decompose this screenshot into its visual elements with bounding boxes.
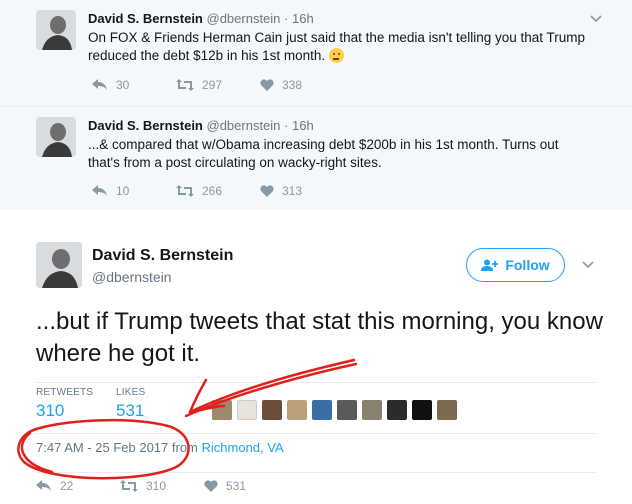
reply-count: 10 (116, 184, 130, 198)
reply-icon (92, 185, 107, 196)
tweet-header: David S. Bernstein @dbernstein · 16h (88, 11, 314, 26)
avatar[interactable] (36, 242, 82, 288)
retweet-icon (176, 79, 194, 91)
liker-avatar[interactable] (412, 400, 432, 420)
liker-avatar[interactable] (312, 400, 332, 420)
tweet-actions: 30 297 338 (92, 78, 344, 92)
tweet-time[interactable]: 16h (292, 11, 314, 26)
reply-count: 22 (60, 479, 74, 493)
like-button[interactable]: 531 (204, 479, 288, 493)
tweet-actions: 22 310 531 (36, 472, 596, 493)
thread-tweet-1[interactable]: David S. Bernstein @dbernstein · 16h On … (0, 0, 632, 106)
retweets-stat[interactable]: RETWEETS 310 (36, 387, 93, 421)
author-handle[interactable]: @dbernstein (92, 269, 172, 285)
liker-avatar[interactable] (237, 400, 257, 420)
author-name[interactable]: David S. Bernstein (88, 118, 203, 133)
reply-icon (36, 480, 51, 491)
retweet-icon (120, 480, 138, 492)
avatar[interactable] (36, 10, 76, 50)
likes-label: LIKES (116, 387, 146, 398)
like-count: 338 (282, 78, 303, 92)
like-count: 313 (282, 184, 303, 198)
tweet-text: ...but if Trump tweets that stat this mo… (36, 308, 603, 367)
retweets-value: 310 (36, 401, 65, 420)
likers-avatars (212, 400, 457, 420)
like-button[interactable]: 313 (260, 184, 344, 198)
chevron-down-icon[interactable] (582, 256, 594, 272)
author-name[interactable]: David S. Bernstein (92, 247, 233, 265)
follow-label: Follow (505, 257, 550, 273)
tweet-text: ...& compared that w/Obama increasing de… (88, 137, 559, 170)
heart-icon (260, 185, 274, 197)
heart-icon (260, 79, 274, 91)
follow-user-icon (481, 259, 499, 271)
reply-button[interactable]: 30 (92, 78, 176, 92)
chevron-down-icon[interactable] (590, 10, 602, 26)
retweet-button[interactable]: 266 (176, 184, 260, 198)
reply-count: 30 (116, 78, 130, 92)
liker-avatar[interactable] (387, 400, 407, 420)
retweet-count: 266 (202, 184, 223, 198)
retweet-count: 310 (146, 479, 167, 493)
liker-avatar[interactable] (212, 400, 232, 420)
like-button[interactable]: 338 (260, 78, 344, 92)
retweet-icon (176, 185, 194, 197)
tweet-stats: RETWEETS 310 LIKES 531 (36, 382, 596, 434)
retweet-count: 297 (202, 78, 223, 92)
tweet-actions: 10 266 313 (92, 184, 344, 198)
liker-avatar[interactable] (362, 400, 382, 420)
thread-tweet-2[interactable]: David S. Bernstein @dbernstein · 16h ...… (0, 106, 632, 210)
tweet-time[interactable]: 16h (292, 118, 314, 133)
follow-button[interactable]: Follow (466, 248, 565, 282)
likes-stat[interactable]: LIKES 531 (116, 387, 145, 421)
reply-button[interactable]: 22 (36, 479, 120, 493)
like-count: 531 (226, 479, 247, 493)
liker-avatar[interactable] (337, 400, 357, 420)
thinking-face-icon (329, 48, 345, 63)
tweet-header: David S. Bernstein @dbernstein · 16h (88, 118, 314, 133)
main-tweet: David S. Bernstein @dbernstein Follow ..… (0, 210, 632, 504)
retweet-button[interactable]: 297 (176, 78, 260, 92)
from-text: from (171, 440, 198, 455)
timestamp-text: 7:47 AM - 25 Feb 2017 (36, 440, 169, 455)
liker-avatar[interactable] (437, 400, 457, 420)
reply-icon (92, 79, 107, 90)
author-handle[interactable]: @dbernstein (207, 118, 281, 133)
avatar[interactable] (36, 117, 76, 157)
reply-button[interactable]: 10 (92, 184, 176, 198)
author-name[interactable]: David S. Bernstein (88, 11, 203, 26)
liker-avatar[interactable] (262, 400, 282, 420)
tweet-timestamp: 7:47 AM - 25 Feb 2017 from Richmond, VA (36, 440, 284, 455)
location-link[interactable]: Richmond, VA (202, 440, 284, 455)
liker-avatar[interactable] (287, 400, 307, 420)
heart-icon (204, 480, 218, 492)
retweets-label: RETWEETS (36, 387, 94, 398)
likes-value: 531 (116, 401, 145, 420)
author-handle[interactable]: @dbernstein (207, 11, 281, 26)
tweet-text: On FOX & Friends Herman Cain just said t… (88, 30, 586, 63)
retweet-button[interactable]: 310 (120, 479, 204, 493)
